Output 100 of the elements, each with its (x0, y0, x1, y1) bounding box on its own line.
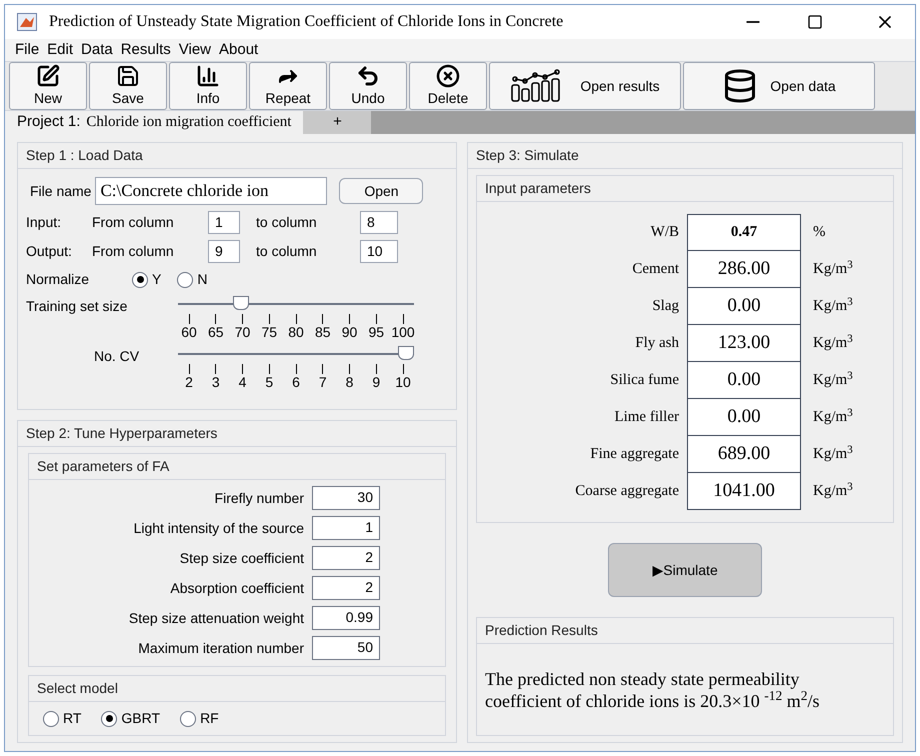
input-value-field[interactable]: 0.00 (687, 362, 801, 399)
toolbar-button[interactable]: New (9, 62, 87, 110)
radio-option[interactable]: GBRT (101, 708, 160, 729)
window-title: Prediction of Unsteady State Migration Coefficient of Chloride Ions in Concrete (49, 12, 564, 32)
slider-track[interactable] (178, 346, 414, 362)
panel-title: Input parameters (477, 176, 893, 202)
simulate-button[interactable]: ▶Simulate (608, 543, 762, 597)
parameter-label: Maximum iteration number (138, 638, 304, 658)
tick-label: 75 (261, 324, 278, 340)
tab[interactable]: Project 1: Chloride ion migration coefficient (5, 111, 304, 134)
menu-item[interactable]: View (178, 38, 211, 62)
radio-option[interactable]: RF (180, 708, 219, 729)
delete-icon (436, 64, 460, 88)
unit-label: Kg/m$^{3}$ (812, 369, 853, 390)
row-label: Input: (26, 213, 62, 232)
parameter-field[interactable]: 30 (312, 486, 380, 510)
menu-item[interactable]: Edit (47, 38, 74, 62)
from-label: From column (92, 213, 175, 232)
menu-item[interactable]: File (15, 38, 40, 62)
parameter-field[interactable]: 1 (312, 516, 380, 540)
column-field[interactable]: 1 (208, 211, 240, 234)
unit-label: Kg/m$^{3}$ (812, 443, 853, 464)
tick-label: 5 (265, 374, 274, 390)
tick-label: 3 (212, 374, 220, 390)
input-value-field[interactable]: 689.00 (687, 436, 801, 473)
toolbar-button[interactable]: Open data (683, 62, 875, 110)
parameter-label: Absorption coefficient (170, 578, 304, 598)
edit-icon (36, 64, 60, 88)
parameter-field[interactable]: 0.99 (312, 606, 380, 630)
parameter-label: Light intensity of the source (134, 518, 304, 538)
menu-item[interactable]: About (219, 38, 258, 62)
column-field[interactable]: 10 (360, 240, 398, 263)
tab[interactable]: + (303, 111, 372, 134)
toolbar-button[interactable]: Info (169, 62, 247, 110)
panel-title: Set parameters of FA (29, 454, 445, 480)
file-name-field[interactable]: C:\Concrete chloride ion (95, 177, 328, 205)
slider-label: No. CV (93, 347, 140, 366)
input-value-field[interactable]: 0.47 (687, 214, 801, 251)
unit-label: Kg/m$^{3}$ (812, 406, 853, 428)
tick-label: 80 (288, 324, 304, 340)
to-label: to column (255, 213, 318, 232)
menu-item[interactable]: Data (81, 38, 113, 62)
maximize-icon[interactable] (807, 14, 823, 30)
save-icon (116, 64, 140, 88)
column-field[interactable]: 9 (208, 240, 240, 263)
panel-title: Step 1 : Load Data (18, 143, 456, 169)
panel-title: Prediction Results (477, 618, 893, 644)
parameter-field[interactable]: 2 (312, 546, 380, 570)
slider-thumb[interactable] (233, 296, 249, 310)
toolbar-button[interactable]: Repeat (249, 62, 327, 110)
tick-label: 90 (342, 324, 358, 340)
tick-label: 7 (318, 374, 327, 390)
input-value-field[interactable]: 286.00 (687, 251, 801, 288)
to-label: to column (255, 242, 318, 261)
input-label: Silica fume (609, 371, 680, 390)
parameter-label: Firefly number (214, 488, 304, 508)
input-value-field[interactable]: 0.00 (687, 288, 801, 325)
slider-thumb[interactable] (398, 346, 414, 360)
panel-title: Step 3: Simulate (468, 143, 902, 169)
input-label: Lime filler (613, 408, 680, 428)
tick-label: 9 (372, 374, 380, 390)
tick-label: 70 (234, 324, 250, 340)
tick-label: 60 (181, 324, 197, 340)
bar-chart-icon (196, 64, 220, 88)
toolbar-button[interactable]: Save (89, 62, 167, 110)
input-value-field[interactable]: 0.00 (687, 399, 801, 436)
unit-label: Kg/m$^{3}$ (812, 295, 853, 316)
unit-label: % (812, 223, 826, 242)
open-button[interactable]: Open (339, 178, 424, 204)
parameter-field[interactable]: 2 (312, 576, 380, 600)
tick-label: 4 (238, 374, 246, 390)
tick-label: 6 (292, 374, 300, 390)
tick-label: 8 (346, 374, 354, 390)
parameter-label: Step size coefficient (180, 548, 304, 568)
parameter-field[interactable]: 50 (312, 636, 380, 660)
toolbar-button[interactable]: Delete (409, 62, 487, 110)
toolbar-button[interactable]: Open results (489, 62, 681, 110)
menu-item[interactable]: Results (120, 38, 171, 62)
input-label: Slag (651, 297, 680, 316)
slider-track[interactable] (178, 296, 414, 312)
undo-icon (356, 64, 380, 88)
input-value-field[interactable]: 123.00 (687, 325, 801, 362)
unit-label: Kg/m$^{3}$ (812, 258, 853, 280)
normalize-label: Normalize (26, 270, 90, 289)
radio-option[interactable]: RT (43, 708, 82, 729)
unit-label: Kg/m$^{3}$ (812, 332, 853, 354)
column-field[interactable]: 8 (360, 211, 398, 234)
input-label: Coarse aggregate (574, 482, 680, 502)
input-value-field[interactable]: 1041.00 (687, 473, 801, 510)
input-label: W/B (650, 223, 680, 242)
slider-label: Training set size (26, 297, 128, 316)
field-label: File name (29, 182, 92, 200)
app-logo-icon (17, 12, 37, 31)
input-label: Cement (631, 260, 680, 280)
radio-option[interactable]: N (177, 269, 208, 290)
radio-option[interactable]: Y (132, 269, 162, 290)
toolbar-button[interactable]: Undo (329, 62, 407, 110)
tick-label: 10 (395, 374, 411, 390)
tick-label: 65 (208, 324, 224, 340)
parameter-label: Step size attenuation weight (128, 608, 304, 628)
